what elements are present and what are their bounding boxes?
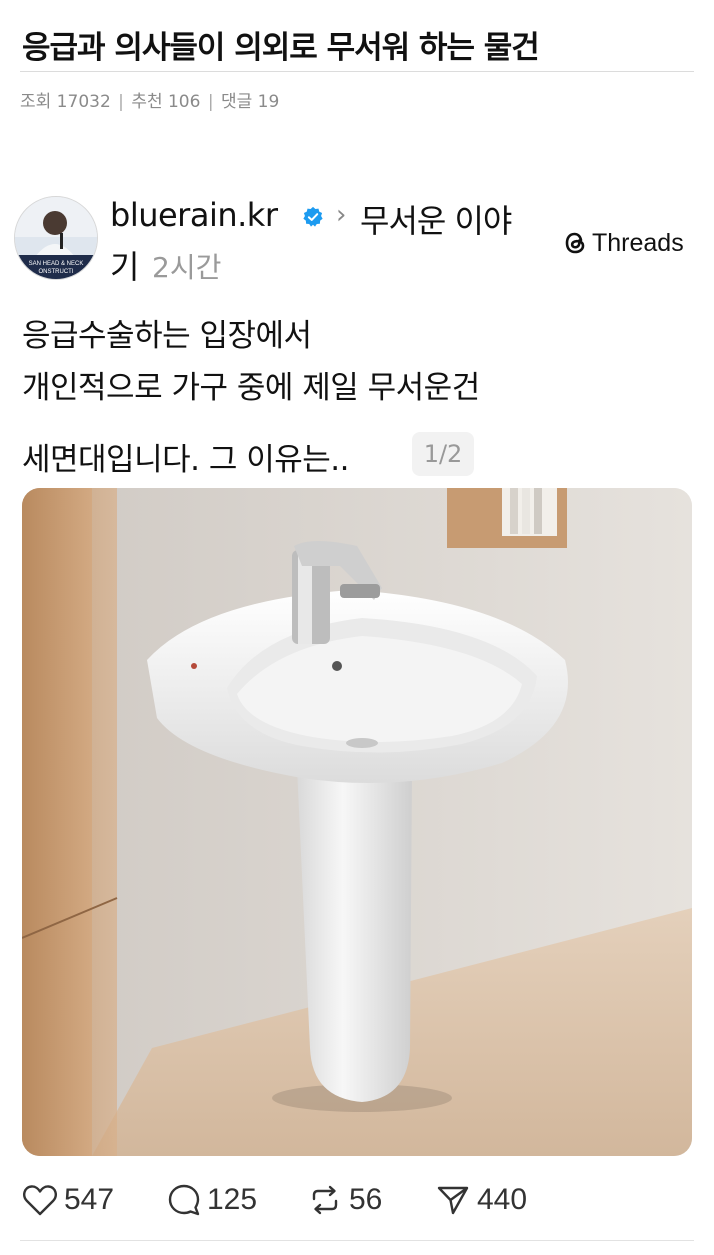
comment-count[interactable]: 댓글 19: [221, 92, 279, 112]
community-name-cont[interactable]: 기: [110, 242, 139, 288]
threads-label: Threads: [592, 228, 684, 257]
bottom-divider: [20, 1240, 694, 1241]
post-text-line: 개인적으로 가구 중에 제일 무서운건: [22, 370, 480, 406]
heart-icon: [23, 1185, 57, 1216]
avatar[interactable]: SAN HEAD & NECK ONSTRUCTI: [14, 196, 98, 280]
recommend-count: 추천 106: [131, 92, 201, 112]
page-indicator: 1/2: [412, 432, 474, 476]
avatar-caption: SAN HEAD & NECK: [29, 261, 84, 267]
post-text-line: 세면대입니다. 그 이유는..: [22, 442, 349, 478]
repost-icon: [312, 1185, 338, 1215]
title-divider: [20, 71, 694, 72]
meta-separator: |: [118, 92, 124, 112]
post-image[interactable]: [22, 488, 692, 1156]
repost-button[interactable]: 56: [307, 1178, 382, 1222]
like-button[interactable]: 547: [22, 1178, 114, 1222]
send-icon: [437, 1186, 469, 1215]
like-count: 547: [64, 1183, 115, 1216]
post-text-line: 응급수술하는 입장에서: [22, 318, 312, 354]
reply-count: 125: [207, 1183, 258, 1216]
view-count: 조회 17032: [20, 92, 111, 112]
meta-separator: |: [207, 92, 214, 112]
reply-bubble-icon: [168, 1184, 200, 1216]
post-time: 2시간: [152, 251, 222, 284]
verified-badge-icon: [303, 206, 323, 227]
repost-count: 56: [349, 1183, 383, 1216]
post-title: 응급과 의사들이 의외로 무서워 하는 물건: [22, 30, 540, 66]
post-meta: 조회 17032 | 추천 106 | 댓글 19: [20, 87, 279, 112]
share-count: 440: [477, 1183, 528, 1216]
chevron-right-icon: ›: [336, 200, 347, 230]
share-button[interactable]: 440: [435, 1178, 527, 1222]
avatar-caption: ONSTRUCTI: [39, 269, 74, 275]
username[interactable]: bluerain.kr: [110, 196, 278, 234]
community-name[interactable]: 무서운 이야: [360, 196, 512, 242]
threads-brand[interactable]: Threads: [562, 226, 684, 260]
reply-button[interactable]: 125: [167, 1178, 257, 1222]
threads-logo-icon: [565, 232, 585, 254]
